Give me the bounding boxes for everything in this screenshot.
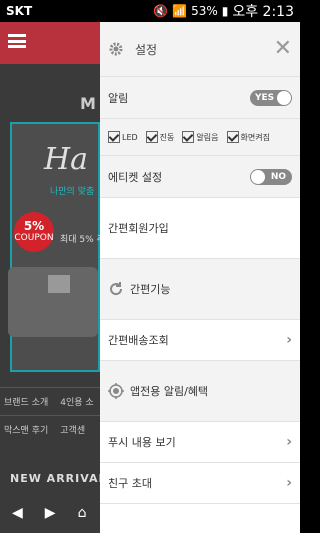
browser-nav: ◀ ▶ ⌂ bbox=[0, 492, 100, 533]
simple-feature-label: 간편기능 bbox=[130, 283, 171, 296]
link-brand[interactable]: 브랜드 소개 bbox=[4, 395, 48, 408]
check-icon bbox=[108, 131, 120, 143]
etiquette-toggle-label: NO bbox=[270, 171, 286, 182]
background-app: M Ha 나만의 맞춤 5% COUPON 최대 5% 추 브랜드 소개 4인용… bbox=[0, 22, 100, 533]
link-support[interactable]: 고객센 bbox=[60, 423, 85, 436]
battery-icon: ▮ bbox=[221, 4, 229, 18]
etiquette-label: 에티켓 설정 bbox=[108, 170, 163, 184]
gear-icon bbox=[108, 41, 124, 57]
invite-friend-label: 친구 초대 bbox=[108, 477, 152, 490]
banner-script-text: Ha bbox=[44, 142, 89, 177]
check-icon bbox=[145, 131, 158, 143]
quick-links-row: 브랜드 소개 4인용 소 bbox=[0, 387, 100, 415]
hamburger-icon[interactable] bbox=[8, 34, 26, 48]
refresh-icon bbox=[108, 281, 124, 297]
checkbox-led[interactable]: LED bbox=[108, 131, 138, 143]
brand-logo: M bbox=[80, 94, 96, 113]
clock: 오후 2:13 bbox=[232, 4, 294, 20]
checkbox-sound[interactable]: 알림음 bbox=[182, 131, 219, 143]
wifi-icon: 📶 bbox=[172, 4, 188, 18]
app-only-header: 앱전용 알림/혜택 bbox=[100, 361, 300, 422]
simple-join-label: 간편회원가입 bbox=[108, 222, 169, 235]
delivery-tracking-item[interactable]: 간편배송조회 › bbox=[100, 320, 300, 361]
push-view-item[interactable]: 푸시 내용 보기 › bbox=[100, 422, 300, 463]
notification-row: 알림 YES bbox=[100, 77, 300, 119]
new-arrivals-heading: NEW ARRIVALS bbox=[10, 472, 100, 485]
checkbox-screen-on-label: 화면켜짐 bbox=[240, 132, 270, 142]
toggle-knob bbox=[251, 169, 265, 184]
checkbox-led-label: LED bbox=[122, 132, 138, 142]
invite-friend-item[interactable]: 친구 초대 › bbox=[100, 463, 300, 504]
forward-icon[interactable]: ▶ bbox=[45, 505, 56, 521]
app-topbar bbox=[0, 22, 100, 64]
quick-links-row: 막스맨 후기 고객센 bbox=[0, 415, 100, 443]
settings-panel: 설정 ✕ 알림 YES LED 진동 알림음 화면켜짐 에티켓 설정 NO 간편… bbox=[100, 22, 300, 533]
target-icon bbox=[108, 383, 124, 399]
status-bar: SKT 🔇 📶 53% ▮ 오후 2:13 bbox=[0, 0, 300, 22]
sofa-image bbox=[8, 267, 98, 337]
check-icon bbox=[226, 131, 239, 143]
chevron-right-icon: › bbox=[286, 475, 292, 491]
chevron-right-icon: › bbox=[286, 332, 292, 348]
etiquette-row: 에티켓 설정 NO bbox=[100, 156, 300, 198]
delivery-tracking-label: 간편배송조회 bbox=[108, 334, 169, 347]
link-review[interactable]: 막스맨 후기 bbox=[4, 423, 48, 436]
panel-header: 설정 ✕ bbox=[100, 22, 300, 77]
coupon-label: COUPON bbox=[14, 233, 54, 243]
app-only-label: 앱전용 알림/혜택 bbox=[130, 385, 209, 398]
notification-toggle[interactable]: YES bbox=[250, 89, 292, 106]
checkbox-sound-label: 알림음 bbox=[196, 132, 219, 142]
coupon-percent: 5% bbox=[23, 219, 45, 233]
coupon-badge: 5% COUPON bbox=[14, 212, 54, 252]
simple-join-item[interactable]: 간편회원가입 bbox=[100, 198, 300, 259]
quick-links: 브랜드 소개 4인용 소 막스맨 후기 고객센 bbox=[0, 387, 100, 443]
etiquette-toggle[interactable]: NO bbox=[250, 168, 292, 185]
checkbox-vibrate-label: 진동 bbox=[159, 132, 175, 142]
checkbox-screen-on[interactable]: 화면켜짐 bbox=[226, 131, 270, 143]
link-4seat[interactable]: 4인용 소 bbox=[60, 395, 93, 408]
toggle-knob bbox=[277, 90, 291, 105]
chevron-right-icon: › bbox=[286, 434, 292, 450]
check-icon bbox=[182, 131, 195, 143]
mute-icon: 🔇 bbox=[153, 4, 169, 18]
banner-discount: 최대 5% 추 bbox=[60, 235, 100, 245]
notification-label: 알림 bbox=[108, 91, 129, 105]
notification-toggle-label: YES bbox=[255, 92, 275, 103]
back-icon[interactable]: ◀ bbox=[12, 505, 23, 521]
home-icon[interactable]: ⌂ bbox=[78, 505, 87, 521]
simple-feature-header: 간편기능 bbox=[100, 259, 300, 320]
notification-options: LED 진동 알림음 화면켜짐 bbox=[100, 119, 300, 156]
panel-title: 설정 bbox=[135, 42, 158, 57]
push-view-label: 푸시 내용 보기 bbox=[108, 436, 176, 449]
close-icon[interactable]: ✕ bbox=[274, 38, 292, 60]
banner-tagline: 나만의 맞춤 bbox=[50, 187, 95, 197]
battery-label: 53% bbox=[191, 4, 218, 18]
checkbox-vibrate[interactable]: 진동 bbox=[145, 131, 175, 143]
carrier-label: SKT bbox=[6, 4, 33, 18]
